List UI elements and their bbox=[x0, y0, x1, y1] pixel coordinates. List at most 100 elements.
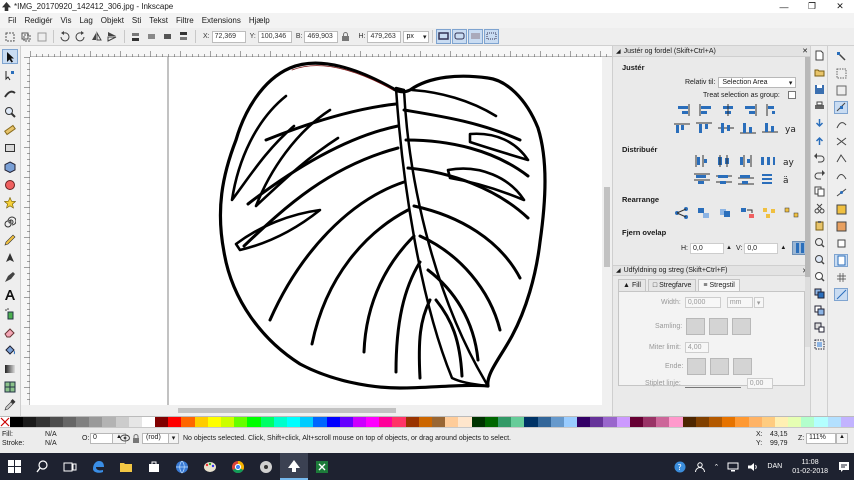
color-swatch[interactable] bbox=[761, 417, 775, 427]
menu-lag[interactable]: Lag bbox=[75, 16, 96, 25]
color-swatch[interactable] bbox=[524, 417, 538, 427]
align-bottom-to-top-button[interactable] bbox=[673, 121, 691, 135]
snap-enable-button[interactable] bbox=[834, 50, 848, 63]
snap-smooth-nodes-button[interactable] bbox=[834, 169, 848, 182]
paint-app-button[interactable] bbox=[196, 453, 224, 480]
snap-object-centers-button[interactable] bbox=[834, 203, 848, 216]
file-explorer-button[interactable] bbox=[112, 453, 140, 480]
start-button[interactable] bbox=[0, 453, 28, 480]
color-swatch[interactable] bbox=[339, 417, 353, 427]
scale-stroke-button[interactable] bbox=[436, 29, 452, 44]
group-icon[interactable] bbox=[814, 339, 825, 350]
people-tray-button[interactable] bbox=[694, 461, 706, 473]
butt-cap-button[interactable] bbox=[687, 358, 707, 375]
snap-grids-button[interactable] bbox=[834, 271, 848, 284]
color-swatch[interactable] bbox=[722, 417, 736, 427]
color-swatch[interactable] bbox=[128, 417, 142, 427]
scale-corners-button[interactable] bbox=[452, 29, 468, 44]
center-horizontal-axis-button[interactable] bbox=[717, 121, 735, 135]
align-right-button[interactable] bbox=[741, 103, 759, 117]
color-swatch[interactable] bbox=[629, 417, 643, 427]
align-right-to-left-button[interactable] bbox=[675, 103, 693, 117]
network-tray-button[interactable] bbox=[727, 462, 739, 472]
color-swatch[interactable] bbox=[23, 417, 37, 427]
distribute-center-v-button[interactable] bbox=[715, 172, 733, 186]
menu-hjaelp[interactable]: Hjælp bbox=[245, 16, 274, 25]
node-tool[interactable] bbox=[2, 67, 18, 82]
color-swatch[interactable] bbox=[445, 417, 459, 427]
distribute-gaps-h-button[interactable] bbox=[759, 154, 777, 168]
pen-tool[interactable] bbox=[2, 251, 18, 266]
snap-rotation-centers-button[interactable] bbox=[834, 220, 848, 233]
distribute-text-anchors-h-button[interactable]: ay bbox=[781, 154, 799, 168]
cut-icon[interactable] bbox=[814, 203, 825, 214]
color-swatch[interactable] bbox=[313, 417, 327, 427]
rectangle-tool[interactable] bbox=[2, 141, 18, 156]
snap-intersections-button[interactable] bbox=[834, 135, 848, 148]
mesh-tool[interactable] bbox=[2, 379, 18, 394]
store-button[interactable] bbox=[140, 453, 168, 480]
redo-icon[interactable] bbox=[814, 169, 825, 180]
minimize-button[interactable]: — bbox=[770, 0, 798, 13]
vertical-scroll-thumb[interactable] bbox=[604, 187, 610, 267]
chevron-down-icon[interactable]: ▾ bbox=[753, 297, 764, 308]
overlap-h-input[interactable]: 0,0 bbox=[690, 242, 724, 254]
layer-lock-icon[interactable] bbox=[132, 434, 140, 445]
distribute-top-button[interactable] bbox=[693, 172, 711, 186]
fill-stroke-panel-header[interactable]: ◢ Udfyldning og streg (Skift+Ctrl+F) ✕ bbox=[613, 265, 810, 276]
measure-tool[interactable] bbox=[2, 122, 18, 137]
snap-bbox-button[interactable] bbox=[834, 67, 848, 80]
color-swatch[interactable] bbox=[814, 417, 828, 427]
menu-filtre[interactable]: Filtre bbox=[172, 16, 198, 25]
color-swatch[interactable] bbox=[788, 417, 802, 427]
color-swatch[interactable] bbox=[392, 417, 406, 427]
align-baseline-button[interactable]: ya bbox=[783, 121, 801, 135]
exchange-z-order-button[interactable] bbox=[717, 206, 735, 220]
color-swatch[interactable] bbox=[155, 417, 169, 427]
taskbar-clock[interactable]: 11:08 01-02-2018 bbox=[792, 458, 828, 476]
distribute-bottom-button[interactable] bbox=[737, 172, 755, 186]
color-swatch[interactable] bbox=[62, 417, 76, 427]
lower-button[interactable] bbox=[144, 29, 159, 44]
snap-page-border-button[interactable] bbox=[834, 254, 848, 267]
color-swatch[interactable] bbox=[563, 417, 578, 427]
distribute-gaps-v-button[interactable] bbox=[759, 172, 777, 186]
transform-gradients-button[interactable] bbox=[468, 29, 484, 44]
color-swatch[interactable] bbox=[194, 417, 208, 427]
menu-rediger[interactable]: Redigér bbox=[20, 16, 56, 25]
align-left-to-right-button[interactable] bbox=[763, 103, 781, 117]
color-swatch[interactable] bbox=[181, 417, 195, 427]
print-icon[interactable] bbox=[814, 101, 825, 112]
zoom-input[interactable]: 111% bbox=[806, 433, 836, 444]
flip-vertical-button[interactable] bbox=[105, 29, 120, 44]
selector-tool[interactable] bbox=[2, 49, 18, 65]
drawing-canvas[interactable] bbox=[30, 57, 602, 405]
color-swatch[interactable] bbox=[366, 417, 380, 427]
width-input[interactable]: 469,903 bbox=[304, 30, 339, 43]
color-swatch[interactable] bbox=[497, 417, 512, 427]
spin-arrows-icon[interactable]: ▲ bbox=[780, 245, 786, 251]
inkscape-taskbar-button[interactable] bbox=[280, 453, 308, 480]
color-swatch[interactable] bbox=[774, 417, 789, 427]
new-document-icon[interactable] bbox=[814, 50, 825, 61]
transform-patterns-button[interactable] bbox=[484, 29, 500, 44]
unclump-button[interactable] bbox=[783, 206, 801, 220]
language-indicator[interactable]: DAN bbox=[767, 463, 782, 470]
calligraphy-tool[interactable] bbox=[2, 269, 18, 284]
distribute-text-anchors-v-button[interactable]: ä bbox=[781, 172, 799, 186]
unlink-clone-icon[interactable] bbox=[814, 322, 825, 333]
color-swatch[interactable] bbox=[10, 417, 24, 427]
color-swatch[interactable] bbox=[748, 417, 762, 427]
zoom-spin-icon[interactable]: ▲ bbox=[836, 433, 848, 444]
snap-bbox-edges-button[interactable] bbox=[834, 84, 848, 97]
round-join-button[interactable] bbox=[709, 318, 729, 335]
menu-vis[interactable]: Vis bbox=[56, 16, 75, 25]
menu-fil[interactable]: Fil bbox=[4, 16, 20, 25]
lock-ratio-button[interactable] bbox=[338, 29, 353, 44]
color-swatch[interactable] bbox=[801, 417, 815, 427]
color-swatch[interactable] bbox=[300, 417, 314, 427]
lower-to-bottom-button[interactable] bbox=[128, 29, 143, 44]
fill-indicator-value[interactable]: N/A bbox=[45, 431, 57, 438]
color-swatch[interactable] bbox=[36, 417, 50, 427]
color-swatch[interactable] bbox=[286, 417, 301, 427]
